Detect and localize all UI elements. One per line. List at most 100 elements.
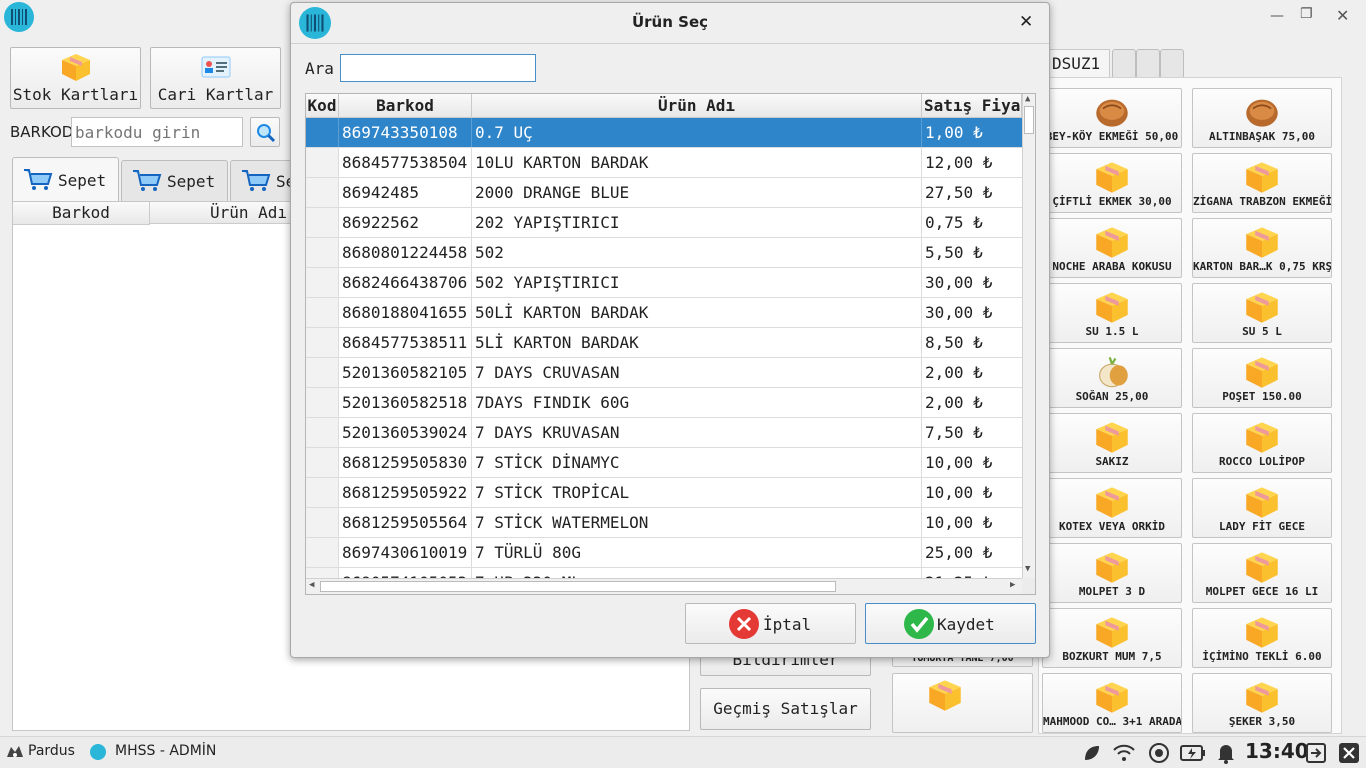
product-tile[interactable]: SOĞAN 25,00	[1042, 348, 1182, 408]
product-tile[interactable]: BEY-KÖY EKMEĞİ 50,00	[1042, 88, 1182, 148]
tab-table-2[interactable]	[1112, 49, 1136, 77]
product-tile-label: SOĞAN 25,00	[1075, 390, 1149, 403]
product-tile[interactable]: NOCHE ARABA KOKUSU	[1042, 218, 1182, 278]
table-row[interactable]: 8681259505830 7 STİCK DİNAMYC 10,00 ₺	[306, 448, 1022, 478]
current-cards-label: Cari Kartlar	[157, 85, 274, 104]
col-header-code[interactable]: Kod	[306, 94, 339, 118]
col-header-barcode[interactable]: Barkod	[339, 94, 472, 118]
row-price-cell: 5,50 ₺	[925, 243, 983, 262]
contact-card-icon	[201, 56, 231, 78]
table-row[interactable]: 5201360582105 7 DAYS CRUVASAN 2,00 ₺	[306, 358, 1022, 388]
product-tile[interactable]: İÇİMİNO TEKLİ 6.00	[1192, 608, 1332, 668]
notification-bell-icon[interactable]	[1216, 742, 1236, 764]
product-tile[interactable]: ÇİFTLİ EKMEK 30,00	[1042, 153, 1182, 213]
horizontal-scrollbar[interactable]: ◀ ▶	[306, 578, 1022, 594]
product-tile-label: MOLPET 3 D	[1078, 585, 1146, 598]
product-tile[interactable]: ŞEKER 3,50	[1192, 673, 1332, 733]
scroll-down-arrow-icon[interactable]: ▼	[1025, 564, 1030, 574]
battery-icon[interactable]	[1180, 743, 1206, 763]
close-window-icon[interactable]: ✕	[1336, 6, 1349, 25]
logout-icon[interactable]	[1305, 742, 1327, 764]
scroll-up-arrow-icon[interactable]: ▲	[1025, 94, 1030, 104]
clock[interactable]: 13:40	[1245, 739, 1309, 763]
product-tile[interactable]: MOLPET 3 D	[1042, 543, 1182, 603]
table-row[interactable]: 8681259505922 7 STİCK TROPİCAL 10,00 ₺	[306, 478, 1022, 508]
leaf-icon[interactable]	[1082, 743, 1102, 763]
row-barcode-cell: 8681259505830	[339, 448, 472, 477]
box-icon	[1246, 357, 1278, 388]
tab-table-3[interactable]	[1136, 49, 1160, 77]
product-tile[interactable]: LADY FİT GECE	[1192, 478, 1332, 538]
row-price-cell: 10,00 ₺	[925, 453, 993, 472]
search-icon	[257, 124, 276, 143]
history-sales-label: Geçmiş Satışlar	[713, 699, 858, 718]
box-icon	[1246, 292, 1278, 323]
disc-icon[interactable]	[1148, 742, 1170, 764]
product-tile[interactable]: KARTON BAR…K 0,75 KRŞ	[1192, 218, 1332, 278]
vertical-scroll-thumb[interactable]	[1024, 106, 1034, 134]
product-tile[interactable]: KOTEX VEYA ORKİD	[1042, 478, 1182, 538]
row-code-cell	[306, 478, 339, 507]
table-row[interactable]: 8684577538511 5Lİ KARTON BARDAK 8,50 ₺	[306, 328, 1022, 358]
table-row[interactable]: 86922562 202 YAPIŞTIRICI 0,75 ₺	[306, 208, 1022, 238]
product-tile-generic[interactable]	[892, 673, 1033, 733]
current-cards-button[interactable]: Cari Kartlar	[150, 47, 281, 109]
barcode-label: BARKOD	[10, 123, 74, 141]
tab-table-4[interactable]	[1160, 49, 1184, 77]
product-tile[interactable]: POŞET 150.00	[1192, 348, 1332, 408]
row-code-cell	[306, 358, 339, 387]
tab-basket-1[interactable]: Sepet	[12, 157, 119, 201]
table-row[interactable]: 5201360582518 7DAYS FINDIK 60G 2,00 ₺	[306, 388, 1022, 418]
wifi-icon[interactable]	[1112, 743, 1136, 763]
tab-table-dsuz1[interactable]: DSUZ1	[1048, 49, 1110, 77]
product-tile[interactable]: ZİGANA TRABZON EKMEĞİ	[1192, 153, 1332, 213]
start-menu-button[interactable]: Pardus	[28, 743, 75, 759]
horizontal-scroll-thumb[interactable]	[320, 581, 836, 592]
table-row[interactable]: 5201360539024 7 DAYS KRUVASAN 7,50 ₺	[306, 418, 1022, 448]
maximize-icon[interactable]: ❐	[1300, 6, 1313, 22]
product-tile[interactable]: SAKIZ	[1042, 413, 1182, 473]
product-tile[interactable]: MOLPET GECE 16 LI	[1192, 543, 1332, 603]
minimize-icon[interactable]: —	[1270, 8, 1284, 24]
product-tile[interactable]: MAHMOOD CO… 3+1 ARADA	[1042, 673, 1182, 733]
history-sales-button[interactable]: Geçmiş Satışlar	[700, 688, 871, 730]
save-button[interactable]: Kaydet	[865, 603, 1036, 644]
show-desktop-icon[interactable]	[1338, 742, 1360, 764]
table-row[interactable]: 869743350108 0.7 UÇ 1,00 ₺	[306, 118, 1022, 148]
row-product-name-cell: 502	[472, 238, 922, 267]
table-row[interactable]: 8680188041655 50Lİ KARTON BARDAK 30,00 ₺	[306, 298, 1022, 328]
col-header-sale-price[interactable]: Satış Fiya	[922, 94, 1022, 118]
tab-basket-2[interactable]: Sepet	[121, 160, 228, 201]
cancel-button[interactable]: İptal	[685, 603, 856, 644]
table-row[interactable]: 8682466438706 502 YAPIŞTIRICI 30,00 ₺	[306, 268, 1022, 298]
taskbar-app-button[interactable]: MHSS - ADMİN	[115, 743, 216, 759]
col-header-product-name[interactable]: Ürün Adı	[472, 94, 922, 118]
product-select-dialog: Ürün Seç ✕ Ara Kod Barkod Ürün Adı Satış…	[290, 2, 1050, 658]
product-tile[interactable]: BOZKURT MUM 7,5	[1042, 608, 1182, 668]
table-row[interactable]: 8697430610019 7 TÜRLÜ 80G 25,00 ₺	[306, 538, 1022, 568]
basket-col-barcode[interactable]: Barkod	[13, 202, 150, 225]
row-price-cell: 12,00 ₺	[925, 153, 993, 172]
product-tile[interactable]: ALTINBAŞAK 75,00	[1192, 88, 1332, 148]
row-price-cell: 7,50 ₺	[925, 423, 983, 442]
box-icon	[1246, 162, 1278, 193]
table-row[interactable]: 86942485 2000 DRANGE BLUE 27,50 ₺	[306, 178, 1022, 208]
product-tile[interactable]: SU 5 L	[1192, 283, 1332, 343]
search-input[interactable]	[340, 54, 536, 82]
cart-icon	[242, 170, 271, 191]
table-row[interactable]: 8684577538504 10LU KARTON BARDAK 12,00 ₺	[306, 148, 1022, 178]
scroll-right-arrow-icon[interactable]: ▶	[1010, 580, 1015, 590]
table-row[interactable]: 8681259505564 7 STİCK WATERMELON 10,00 ₺	[306, 508, 1022, 538]
product-tile[interactable]: ROCCO LOLİPOP	[1192, 413, 1332, 473]
barcode-search-button[interactable]	[250, 117, 280, 147]
dialog-close-icon[interactable]: ✕	[1019, 12, 1033, 32]
vertical-scrollbar[interactable]: ▲ ▼	[1022, 94, 1035, 578]
product-tile[interactable]: SU 1.5 L	[1042, 283, 1182, 343]
table-row[interactable]: 8680801224458 502 5,50 ₺	[306, 238, 1022, 268]
product-tile-label: POŞET 150.00	[1222, 390, 1302, 403]
scroll-left-arrow-icon[interactable]: ◀	[309, 580, 314, 590]
stock-cards-button[interactable]: Stok Kartları	[10, 47, 141, 109]
onion-icon	[1099, 357, 1128, 388]
row-barcode-cell: 86922562	[339, 208, 472, 237]
barcode-input[interactable]	[71, 117, 243, 147]
